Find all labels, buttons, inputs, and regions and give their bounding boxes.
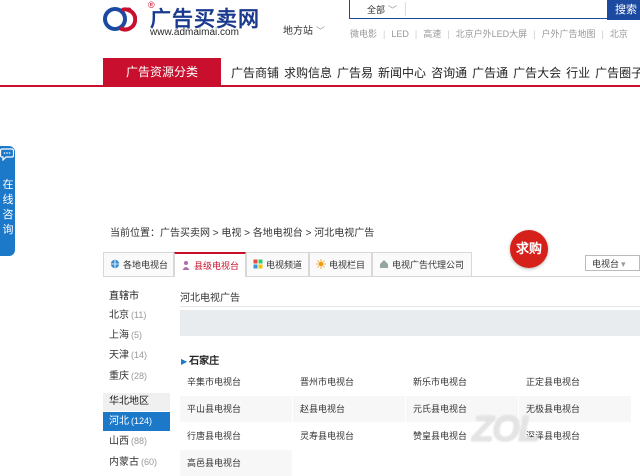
- sidebar-item-count: (88): [131, 436, 148, 446]
- station-link[interactable]: 行唐县电视台: [180, 423, 292, 449]
- sidebar-item-label: 北京: [109, 310, 129, 321]
- chevron-down-icon: ﹀: [388, 5, 398, 15]
- sidebar-item-beijing[interactable]: 北京 (11): [103, 306, 170, 325]
- station-link[interactable]: 晋州市电视台: [293, 369, 405, 395]
- station-link[interactable]: 高邑县电视台: [180, 450, 292, 476]
- home-icon: [379, 254, 389, 268]
- city-name[interactable]: 石家庄: [189, 356, 219, 367]
- sidebar-item-count: (11): [131, 310, 147, 320]
- sidebar-item-count: (28): [131, 371, 148, 381]
- sidebar-item-count: (60): [141, 457, 158, 467]
- purchase-request-button[interactable]: 求购: [510, 230, 548, 268]
- hot-link[interactable]: 北京: [610, 29, 628, 39]
- divider: |: [383, 29, 386, 39]
- nav-item[interactable]: 广告圈子: [595, 66, 640, 80]
- divider: |: [601, 29, 604, 39]
- tab-label: 各地电视台: [123, 260, 169, 270]
- nav-item[interactable]: 广告易: [337, 66, 373, 80]
- sun-icon: [316, 254, 326, 269]
- divider: |: [414, 29, 418, 39]
- sidebar-item-chongqing[interactable]: 重庆 (28): [103, 367, 170, 386]
- sidebar-item-label: 天津: [109, 350, 129, 361]
- person-icon: [181, 255, 191, 270]
- page-title: 河北电视广告: [180, 293, 240, 304]
- tab-label: 电视广告代理公司: [392, 260, 465, 270]
- divider: |: [447, 29, 450, 39]
- sidebar-item-label: 山西: [109, 436, 129, 447]
- station-link[interactable]: 灵寿县电视台: [293, 423, 405, 449]
- hot-link[interactable]: 高速: [423, 29, 441, 39]
- nav-item[interactable]: 求购信息: [284, 66, 332, 80]
- chevron-down-icon: ﹀: [316, 26, 326, 36]
- station-link[interactable]: 平山县电视台: [180, 396, 292, 422]
- sidebar-item-shanxi[interactable]: 山西 (88): [103, 432, 170, 451]
- nav-category-button[interactable]: 广告资源分类: [103, 58, 221, 87]
- hot-links: 微电影 | LED | 高速 | 北京户外LED大屏 | 户外广告地图 | 北京: [350, 27, 628, 40]
- divider: |: [533, 29, 536, 39]
- sidebar-item-tianjin[interactable]: 天津 (14): [103, 346, 170, 365]
- windows-icon: [253, 254, 263, 269]
- nav-underline: [0, 85, 640, 87]
- tv-type-select[interactable]: 电视台 ▾: [585, 255, 640, 271]
- sidebar-item-label: 内蒙古: [109, 457, 139, 468]
- breadcrumb: 当前位置：广告买卖网 > 电视 > 各地电视台 > 河北电视广告: [110, 228, 375, 239]
- sidebar-item-label: 上海: [109, 330, 129, 341]
- nav-item[interactable]: 行业: [566, 66, 590, 80]
- divider: [180, 306, 640, 307]
- tab-label: 电视频道: [266, 260, 303, 270]
- region-selector[interactable]: 地方站 ﹀: [283, 22, 325, 37]
- brand-url: www.admaimai.com: [150, 27, 239, 38]
- main-nav: 广告商铺 求购信息 广告易 新闻中心 咨询通 广告通 广告大会 行业 广告圈子: [231, 64, 640, 81]
- sidebar-item-hebei[interactable]: 河北 (124): [103, 412, 170, 431]
- chat-bubble-icon: [0, 148, 15, 162]
- nav-item[interactable]: 广告大会: [513, 66, 561, 80]
- sidebar-item-count: (14): [131, 350, 148, 360]
- logo-icon[interactable]: [103, 4, 138, 34]
- watermark: ZOL: [472, 408, 540, 449]
- sidebar-item-count: (124): [131, 416, 153, 426]
- hot-link[interactable]: 北京户外LED大屏: [456, 29, 528, 39]
- tab-tv-program[interactable]: 电视栏目: [309, 252, 372, 276]
- hot-link[interactable]: 户外广告地图: [541, 29, 595, 39]
- city-heading: ▶ 石家庄: [181, 352, 219, 367]
- tab-label: 电视栏目: [329, 260, 366, 270]
- sidebar-item-count: (5): [131, 330, 142, 340]
- sidebar-item-neimenggu[interactable]: 内蒙古 (60): [103, 453, 170, 472]
- sidebar-group-title: 华北地区: [103, 393, 170, 411]
- tab-tv-agency[interactable]: 电视广告代理公司: [372, 252, 472, 276]
- tab-county-tv[interactable]: 县级电视台: [174, 252, 246, 277]
- globe-icon: [110, 254, 120, 269]
- tab-label: 县级电视台: [194, 261, 240, 271]
- chevron-down-icon: ▾: [621, 259, 626, 269]
- search-category-label: 全部: [367, 5, 386, 15]
- sidebar-item-shanghai[interactable]: 上海 (5): [103, 326, 170, 345]
- select-value: 电视台: [592, 259, 620, 269]
- sidebar-group-title: 直辖市: [109, 291, 139, 302]
- station-link[interactable]: 辛集市电视台: [180, 369, 292, 395]
- search-divider: [405, 2, 406, 16]
- tab-local-tv[interactable]: 各地电视台: [103, 252, 174, 276]
- filter-bar: [180, 310, 640, 336]
- online-consult-label: 在线咨询: [2, 179, 14, 236]
- hot-link[interactable]: LED: [391, 29, 409, 39]
- sidebar-item-label: 重庆: [109, 371, 129, 382]
- nav-item[interactable]: 咨询通: [431, 66, 467, 80]
- nav-item[interactable]: 广告商铺: [231, 66, 279, 80]
- search-button[interactable]: 搜索: [607, 0, 640, 20]
- station-link[interactable]: 新乐市电视台: [406, 369, 518, 395]
- hot-link[interactable]: 微电影: [350, 29, 377, 39]
- nav-item[interactable]: 广告通: [472, 66, 508, 80]
- station-link[interactable]: 赵县电视台: [293, 396, 405, 422]
- sidebar-item-label: 河北: [109, 416, 129, 427]
- tab-tv-channel[interactable]: 电视频道: [246, 252, 309, 276]
- triangle-right-icon: ▶: [181, 357, 188, 366]
- nav-item[interactable]: 新闻中心: [378, 66, 426, 80]
- region-label: 地方站: [283, 26, 313, 37]
- station-link[interactable]: 正定县电视台: [519, 369, 631, 395]
- search-category-dropdown[interactable]: 全部 ﹀: [367, 3, 397, 16]
